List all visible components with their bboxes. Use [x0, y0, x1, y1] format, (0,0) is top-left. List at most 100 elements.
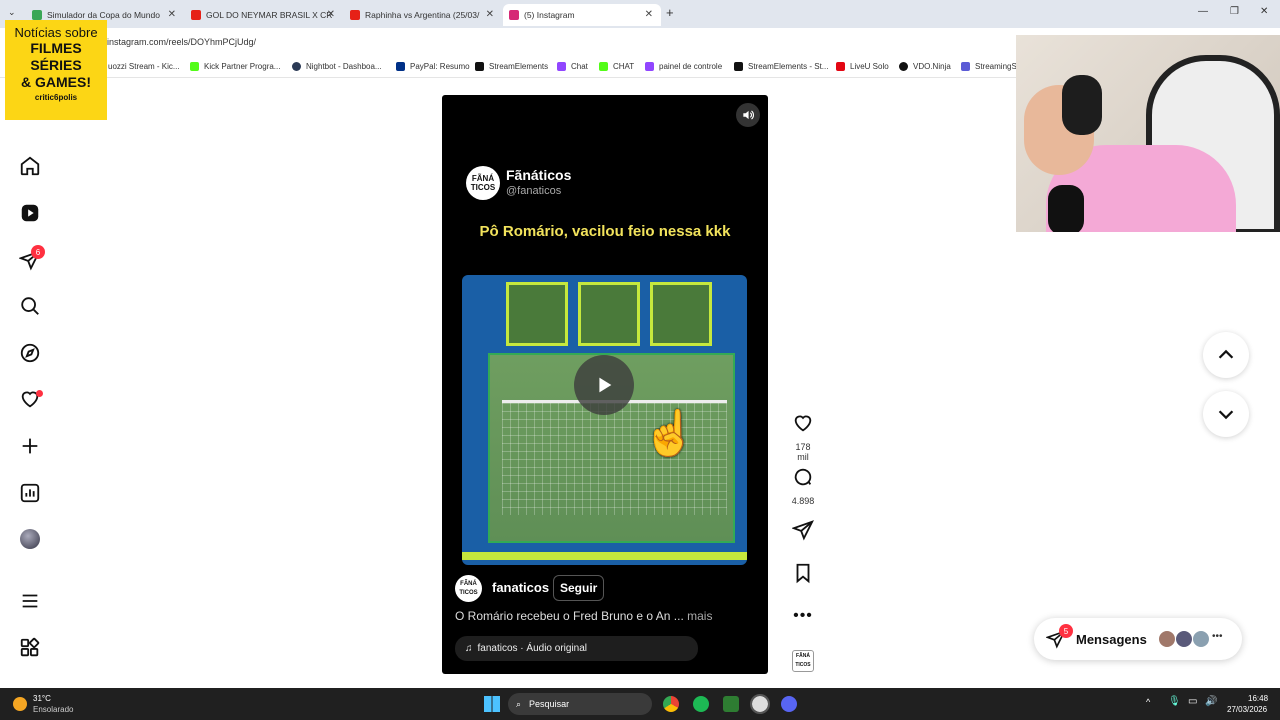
restore-icon[interactable]: ❐	[1230, 6, 1239, 17]
bookmark-item[interactable]: painel de controle	[645, 62, 722, 71]
youtube-icon	[191, 10, 201, 20]
create-plus-icon[interactable]	[18, 434, 42, 458]
reels-icon[interactable]	[18, 201, 42, 225]
like-action[interactable]: 178 mil	[790, 412, 816, 462]
obs-icon[interactable]	[750, 694, 770, 714]
tab-list-chevron-icon[interactable]: ⌄	[8, 7, 16, 18]
messages-label: Mensagens	[1076, 631, 1147, 647]
close-tab-icon[interactable]: ✕	[486, 9, 494, 20]
bookmark-item[interactable]: LiveU Solo	[836, 62, 889, 71]
more-icon[interactable]: •••	[1212, 631, 1223, 642]
avatar	[1175, 630, 1193, 648]
home-icon[interactable]	[18, 154, 42, 178]
tab-favicon-icon	[32, 10, 42, 20]
chevron-up-icon	[1218, 349, 1234, 359]
search-icon[interactable]	[18, 294, 42, 318]
promo-line-1: Notícias sobre	[14, 25, 98, 40]
bookmark-item[interactable]: VDO.Ninja	[899, 62, 951, 71]
music-note-icon: ♫	[465, 643, 473, 654]
bookmark-item[interactable]: Chat	[557, 62, 588, 71]
next-reel-button[interactable]	[1203, 391, 1249, 437]
bookmark-item[interactable]: CHAT	[599, 62, 634, 71]
tab-raphinha[interactable]: Raphinha vs Argentina (25/03/✕	[344, 4, 502, 26]
author-name[interactable]: fanaticos	[492, 580, 549, 595]
profile-avatar[interactable]	[18, 527, 42, 551]
bookmark-item[interactable]: StreamElements - St...	[734, 62, 828, 71]
share-icon[interactable]	[791, 519, 814, 541]
more-apps-icon[interactable]	[18, 636, 42, 660]
tab-instagram[interactable]: (5) Instagram ✕	[503, 4, 661, 26]
streamelements-icon	[734, 62, 743, 71]
close-tab-icon[interactable]: ✕	[327, 9, 335, 20]
embedded-video-frame	[462, 275, 747, 565]
fanaticos-logo: FÃNÁ TICOS	[466, 166, 500, 200]
nightbot-icon	[292, 62, 301, 71]
spotify-icon[interactable]	[693, 696, 709, 712]
minimize-icon[interactable]: —	[1198, 6, 1208, 17]
streamelements-icon	[475, 62, 484, 71]
audio-pill[interactable]: ♫ fanaticos · Áudio original	[455, 636, 698, 661]
comment-action[interactable]: 4.898	[790, 466, 816, 506]
microphone	[1048, 185, 1084, 232]
bookmark-item[interactable]: PayPal: Resumo	[396, 62, 470, 71]
bookmark-item[interactable]: uozzi Stream - Kic...	[108, 62, 180, 71]
messages-badge: 5	[1059, 624, 1073, 638]
reel-caption: Pô Romário, vacilou feio nessa kkk	[479, 223, 731, 240]
close-tab-icon[interactable]: ✕	[168, 9, 176, 20]
bookmark-item[interactable]: Nightbot - Dashboa...	[292, 62, 382, 71]
paypal-icon	[396, 62, 405, 71]
network-icon[interactable]: ▭	[1188, 696, 1197, 707]
dashboard-icon[interactable]	[18, 481, 42, 505]
reel-video[interactable]: FÃNÁ TICOS Fãnáticos @fanaticos Pô Romár…	[442, 95, 768, 674]
comment-icon[interactable]	[792, 466, 814, 488]
page-name: Fãnáticos	[506, 167, 572, 183]
more-options-icon[interactable]: •••	[790, 607, 816, 625]
address-bar-url[interactable]: instagram.com/reels/DOYhmPCjUdg/	[107, 37, 256, 47]
chevron-up-icon[interactable]: ^	[1146, 697, 1150, 707]
menu-hamburger-icon[interactable]	[18, 589, 42, 613]
speaker-icon[interactable]: 🔊	[1205, 696, 1217, 707]
start-windows-icon[interactable]	[484, 696, 500, 712]
bookmark-icon[interactable]	[792, 562, 814, 584]
new-tab-plus-icon[interactable]: +	[666, 5, 674, 20]
taskbar-search[interactable]: ⌕ Pesquisar	[508, 693, 652, 715]
save-action[interactable]	[790, 562, 816, 589]
chrome-icon[interactable]	[663, 696, 679, 712]
volume-icon[interactable]	[736, 103, 760, 127]
microphone-icon[interactable]: 🎙	[1168, 696, 1181, 707]
bookmark-item[interactable]: StreamingS	[961, 62, 1017, 71]
play-button[interactable]	[574, 355, 634, 415]
bookmark-item[interactable]: StreamElements	[475, 62, 548, 71]
author-avatar[interactable]: FÃNÁ TICOS	[455, 575, 482, 602]
page-handle: @fanaticos	[506, 185, 562, 197]
previous-reel-button[interactable]	[1203, 332, 1249, 378]
webcam-panel	[650, 282, 712, 346]
twitch-icon	[557, 62, 566, 71]
share-action[interactable]	[790, 519, 816, 546]
weather-temp: 31°C	[33, 694, 51, 703]
tab-gol-neymar[interactable]: GOL DO NEYMAR BRASIL X CR ✕	[185, 4, 343, 26]
discord-icon[interactable]	[781, 696, 797, 712]
explore-compass-icon[interactable]	[18, 341, 42, 365]
more-link[interactable]: mais	[687, 609, 712, 623]
vdo-ninja-icon	[899, 62, 908, 71]
liveu-icon	[836, 62, 845, 71]
avatar	[20, 529, 40, 549]
clock-date: 27/03/2026	[1227, 705, 1268, 714]
weather-sun-icon	[13, 697, 27, 711]
app-icon[interactable]	[723, 696, 739, 712]
promo-line-4: & GAMES!	[21, 74, 91, 90]
clock-time: 16:48	[1248, 694, 1269, 703]
close-tab-icon[interactable]: ✕	[645, 9, 653, 20]
windows-taskbar: 31°C Ensolarado ⌕ Pesquisar ^ 🎙 ▭ 🔊 16:48…	[0, 688, 1280, 720]
like-heart-icon[interactable]	[792, 412, 814, 434]
follow-button[interactable]: Seguir	[553, 575, 605, 601]
weather-desc: Ensolarado	[33, 705, 74, 714]
messages-pill[interactable]: Mensagens 5 •••	[1034, 618, 1242, 660]
webcam-panel	[578, 282, 640, 346]
audio-thumbnail[interactable]: FÃNÁ TICOS	[792, 650, 814, 672]
search-icon: ⌕	[516, 698, 522, 709]
bookmark-item[interactable]: Kick Partner Progra...	[190, 62, 280, 71]
window-close-icon[interactable]: ✕	[1260, 6, 1268, 17]
notification-dot	[36, 390, 43, 397]
